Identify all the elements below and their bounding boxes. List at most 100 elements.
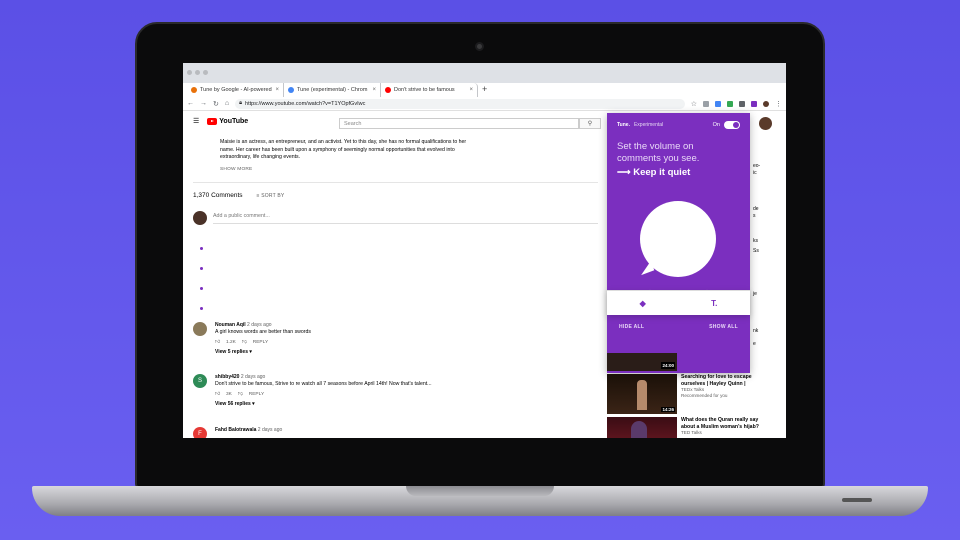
hamburger-icon[interactable]: ☰	[193, 117, 199, 125]
comment-author[interactable]: shibby420 2 days ago	[215, 374, 432, 381]
video-duration: 14:26	[661, 407, 675, 412]
sidebar-fragment: s	[753, 213, 756, 219]
hidden-comment-dot[interactable]	[200, 307, 203, 310]
replies-label: View 5 replies	[215, 349, 248, 355]
tune-cube-icon[interactable]: ◆	[607, 291, 679, 315]
home-icon[interactable]: ⌂	[225, 100, 229, 107]
back-icon[interactable]: ←	[187, 100, 194, 107]
hide-all-button[interactable]: HIDE ALL	[619, 324, 644, 330]
comment-author[interactable]: Fahd Balotrawala 2 days ago	[215, 427, 282, 434]
volume-dial[interactable]	[640, 201, 716, 277]
comment: F Fahd Balotrawala 2 days ago	[193, 427, 513, 438]
video-meta: Recommended for you	[681, 393, 728, 399]
extension-icon[interactable]	[703, 100, 709, 107]
comment-text: Don't strive to be famous, Strive to re …	[215, 381, 432, 387]
view-replies-button[interactable]: View 5 replies ▾	[215, 349, 311, 356]
comment-time: 2 days ago	[247, 322, 272, 328]
tab-favicon-icon	[191, 87, 197, 93]
menu-icon[interactable]: ⋮	[775, 100, 782, 108]
speaker-figure	[631, 421, 647, 438]
tab-label: Tune (experimental) - Chrom	[297, 87, 368, 93]
speaker-figure	[637, 380, 647, 410]
logo-text: YouTube	[219, 117, 249, 125]
show-all-button[interactable]: SHOW ALL	[709, 324, 738, 330]
video-item[interactable]: 14:26 Searching for love to escape ourse…	[607, 374, 767, 414]
hidden-comment-dot[interactable]	[200, 247, 203, 250]
tab-tune-experimental[interactable]: Tune (experimental) - Chrom ×	[284, 83, 381, 97]
close-icon[interactable]: ×	[372, 87, 376, 93]
video-thumbnail[interactable]: 24:00	[607, 353, 677, 371]
search-input[interactable]: Search	[339, 118, 579, 129]
extension-icon[interactable]	[715, 100, 721, 107]
video-thumbnail[interactable]: 14:26	[607, 374, 677, 414]
sort-by-label: SORT BY	[261, 192, 285, 199]
like-icon[interactable]: 👍︎	[215, 391, 220, 398]
laptop-base	[32, 486, 928, 516]
sidebar-fragment: ic	[753, 170, 757, 176]
video-item[interactable]: What does the Quran really say about a M…	[607, 417, 767, 438]
tune-panel: Tune. Experimental On Set the volume on …	[607, 113, 750, 373]
comments-header: 1,370 Comments ≡ SORT BY	[193, 192, 284, 199]
search-button[interactable]: ⚲	[579, 118, 601, 129]
comment-input[interactable]: Add a public comment...	[213, 213, 598, 224]
avatar[interactable]: S	[193, 374, 207, 388]
star-icon[interactable]: ☆	[691, 100, 697, 108]
view-replies-button[interactable]: View 56 replies ▾	[215, 401, 432, 408]
comment-text: A girl knows words are better than sword…	[215, 329, 312, 335]
comment: S shibby420 2 days ago Don't strive to b…	[193, 374, 513, 408]
sidebar-fragment: Ss	[753, 248, 759, 254]
tab-favicon-icon	[288, 87, 294, 93]
comment-author[interactable]: Nouman Aqil 2 days ago	[215, 322, 311, 329]
sort-by-button[interactable]: ≡ SORT BY	[257, 193, 285, 199]
lock-icon: 🔒︎	[239, 100, 243, 106]
tune-logo-button[interactable]: T.	[679, 291, 751, 315]
browser-window: Tune by Google - AI-powered × Tune (expe…	[183, 63, 786, 438]
extension-icon[interactable]	[739, 100, 745, 107]
author-name: Nouman Aqil	[215, 322, 246, 328]
avatar[interactable]	[759, 117, 772, 130]
hidden-comment-dot[interactable]	[200, 267, 203, 270]
reload-icon[interactable]: ↻	[213, 100, 219, 108]
tab-strip: Tune by Google - AI-powered × Tune (expe…	[187, 83, 487, 97]
profile-avatar[interactable]	[763, 100, 769, 107]
sidebar-fragment: je	[753, 291, 757, 297]
tune-headline: Set the volume on comments you see.	[617, 141, 700, 164]
browser-toolbar: ← → ↻ ⌂ 🔒︎ https://www.youtube.com/watch…	[183, 97, 786, 111]
youtube-logo[interactable]: YouTube	[207, 117, 249, 125]
like-icon[interactable]: 👍︎	[215, 339, 220, 346]
video-thumbnail[interactable]	[607, 417, 677, 438]
dislike-icon[interactable]: 👎︎	[242, 339, 247, 346]
like-count: 3K	[226, 392, 232, 397]
author-name: shibby420	[215, 374, 240, 380]
video-title[interactable]: Searching for love to escape ourselves |…	[681, 374, 767, 387]
laptop-notch	[406, 486, 554, 496]
laptop-foot	[842, 498, 872, 502]
extension-icon[interactable]	[727, 100, 733, 107]
reply-button[interactable]: REPLY	[253, 339, 268, 346]
avatar[interactable]	[193, 322, 207, 336]
comment-time: 2 days ago	[240, 374, 266, 380]
avatar[interactable]: F	[193, 427, 207, 438]
sidebar-fragment: de	[753, 206, 759, 212]
video-channel[interactable]: TED Talks	[681, 430, 767, 436]
dislike-icon[interactable]: 👎︎	[238, 391, 243, 398]
tune-footer: ◆ T.	[607, 290, 750, 315]
new-tab-button[interactable]: +	[482, 83, 487, 97]
comment-time: 2 days ago	[257, 427, 283, 433]
tune-subline: ⟶ Keep it quiet	[617, 167, 691, 178]
reply-button[interactable]: REPLY	[249, 391, 264, 398]
address-bar[interactable]: 🔒︎ https://www.youtube.com/watch?v=T1YOp…	[235, 98, 685, 109]
window-controls[interactable]	[187, 70, 208, 75]
comments-count: 1,370 Comments	[193, 192, 243, 199]
tune-extension-icon[interactable]	[751, 100, 757, 107]
close-icon[interactable]: ×	[275, 87, 279, 93]
show-more-button[interactable]: SHOW MORE	[220, 166, 480, 174]
tune-toggle[interactable]	[724, 121, 740, 129]
hidden-comment-dot[interactable]	[200, 287, 203, 290]
forward-icon[interactable]: →	[200, 100, 207, 107]
tab-youtube[interactable]: Don't strive to be famous ×	[381, 83, 478, 97]
tune-experimental-label: Experimental	[633, 122, 664, 128]
video-title[interactable]: What does the Quran really say about a M…	[681, 417, 767, 430]
tab-tune-google[interactable]: Tune by Google - AI-powered ×	[187, 83, 284, 97]
close-icon[interactable]: ×	[469, 87, 473, 93]
